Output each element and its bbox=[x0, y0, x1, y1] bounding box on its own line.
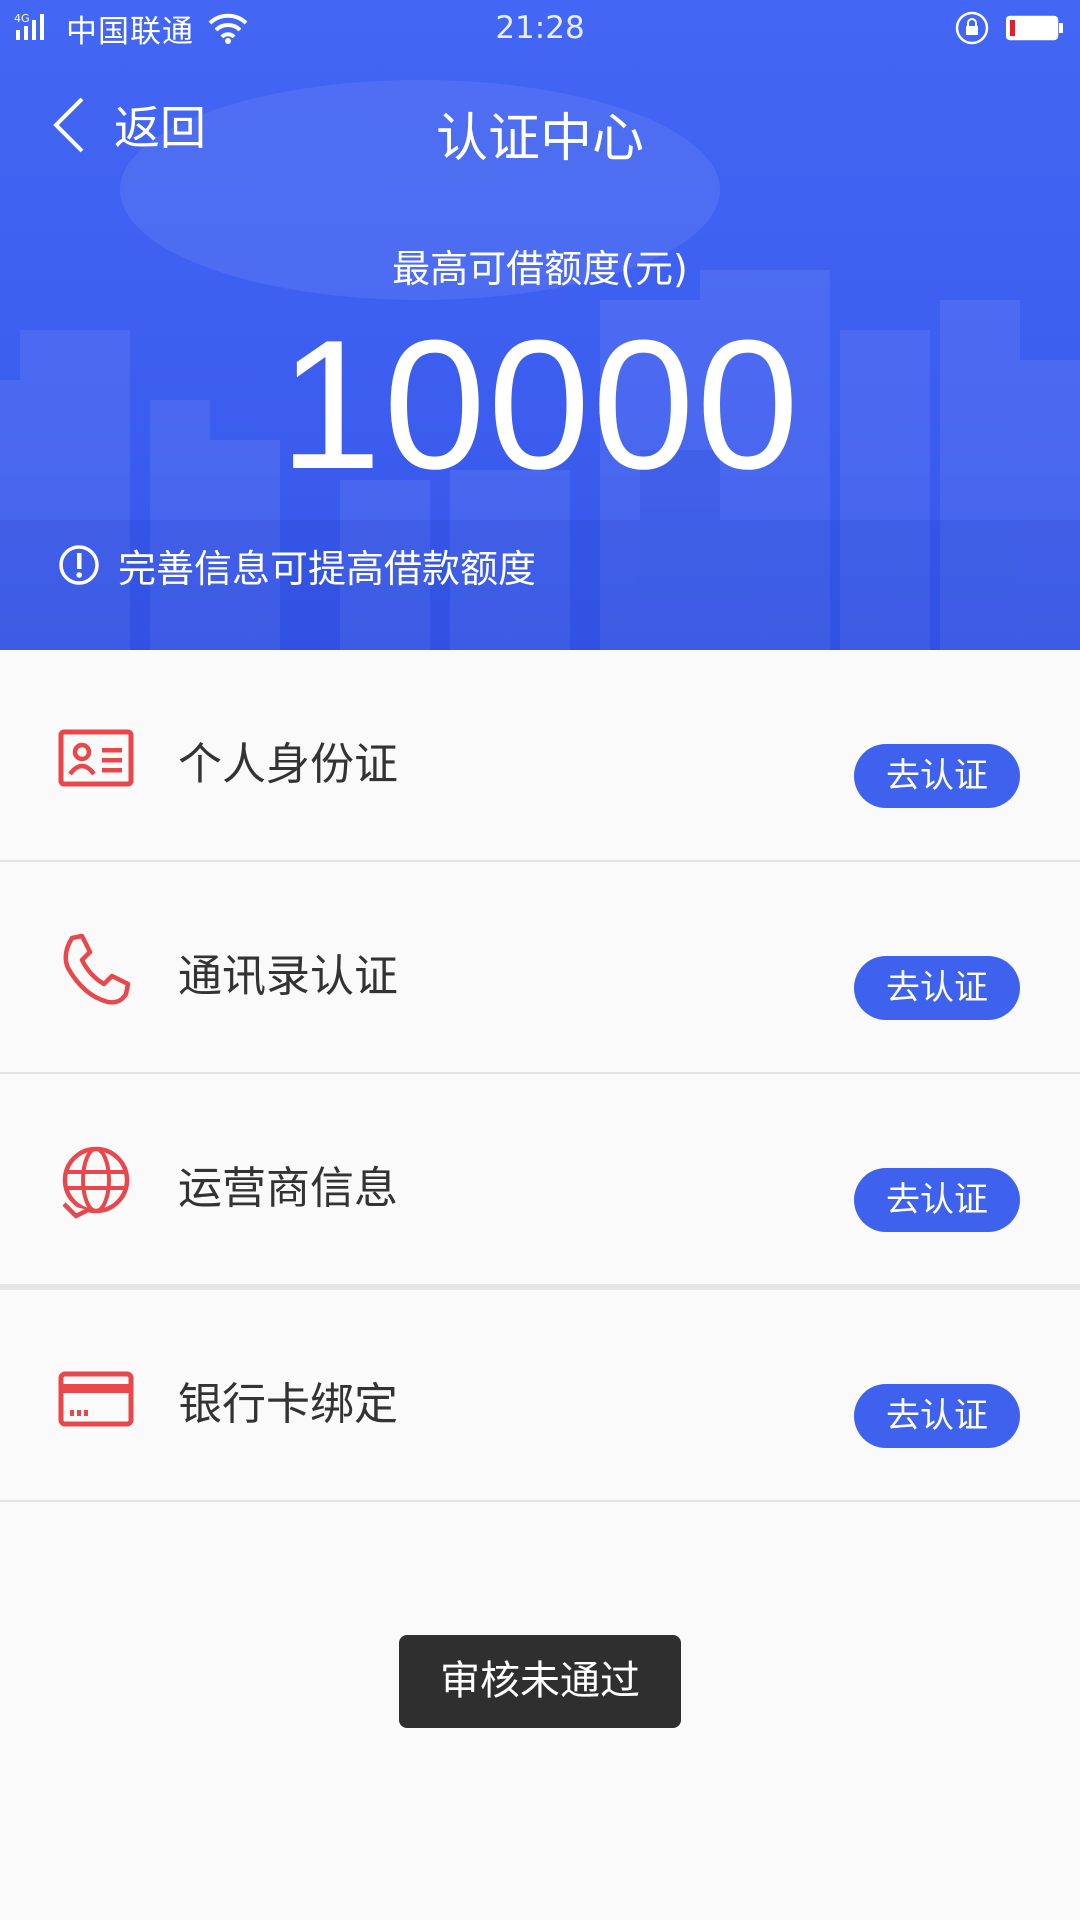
battery-icon bbox=[1006, 15, 1063, 41]
verify-contacts-button[interactable]: 去认证 bbox=[854, 956, 1020, 1020]
list-item-bank-card[interactable]: 银行卡绑定 去认证 bbox=[0, 1290, 1080, 1502]
verify-carrier-button[interactable]: 去认证 bbox=[854, 1168, 1020, 1232]
list-item-contacts[interactable]: 通讯录认证 去认证 bbox=[0, 862, 1080, 1074]
quota-label: 最高可借额度(元) bbox=[392, 247, 688, 291]
nav-bar: 返回 认证中心 bbox=[0, 80, 1080, 170]
toast-message: 审核未通过 bbox=[399, 1635, 681, 1728]
status-time: 21:28 bbox=[495, 10, 585, 46]
hint-row: 完善信息可提高借款额度 bbox=[58, 540, 537, 591]
list-item-carrier[interactable]: 运营商信息 去认证 bbox=[0, 1074, 1080, 1290]
bank-card-icon bbox=[58, 1371, 134, 1427]
auth-center-screen: 4G 中国联通 21:28 返回 认证中心 最高可借额度(元) 10000 完善… bbox=[0, 0, 1080, 1920]
verify-id-card-button[interactable]: 去认证 bbox=[854, 744, 1020, 808]
quota-amount: 10000 bbox=[279, 301, 801, 507]
verification-list: 个人身份证 去认证 通讯录认证 去认证 运营商信息 去认证 银行卡绑定 去认证 bbox=[0, 650, 1080, 1502]
hero-banner: 4G 中国联通 21:28 返回 认证中心 最高可借额度(元) 10000 完善… bbox=[0, 0, 1080, 650]
status-right bbox=[954, 10, 1064, 46]
status-bar: 4G 中国联通 21:28 bbox=[0, 0, 1080, 56]
item-label: 运营商信息 bbox=[178, 1163, 398, 1214]
globe-icon bbox=[62, 1146, 130, 1219]
verify-bank-card-button[interactable]: 去认证 bbox=[854, 1384, 1020, 1448]
rotation-lock-icon bbox=[955, 11, 989, 45]
item-label: 银行卡绑定 bbox=[178, 1379, 398, 1430]
hint-text: 完善信息可提高借款额度 bbox=[118, 546, 537, 591]
phone-icon bbox=[63, 933, 131, 1005]
item-label: 通讯录认证 bbox=[178, 951, 398, 1002]
page-title: 认证中心 bbox=[435, 109, 644, 169]
info-exclamation-icon bbox=[59, 545, 99, 585]
id-card-icon bbox=[58, 729, 134, 787]
list-item-id-card[interactable]: 个人身份证 去认证 bbox=[0, 650, 1080, 862]
item-label: 个人身份证 bbox=[178, 739, 398, 790]
